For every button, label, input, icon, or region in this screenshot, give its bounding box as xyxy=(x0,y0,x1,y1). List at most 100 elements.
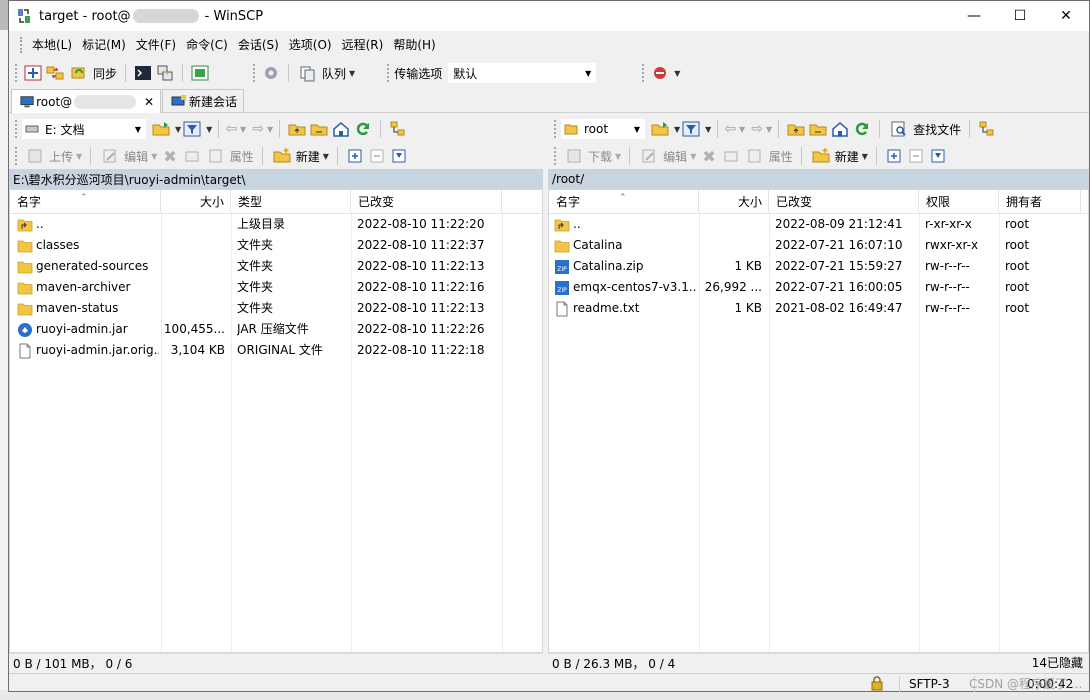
chevron-down-icon[interactable]: ▼ xyxy=(766,125,772,134)
remote-edit-button[interactable]: 编辑 ▼ xyxy=(636,145,698,167)
new-button[interactable]: 新建 ▼ xyxy=(269,145,331,167)
rename-icon[interactable] xyxy=(722,147,740,165)
reconnect-icon[interactable] xyxy=(651,64,669,82)
chevron-down-icon[interactable]: ▼ xyxy=(267,125,273,134)
find-files-button[interactable]: 查找文件 xyxy=(886,118,963,140)
table-row[interactable]: classes 文件夹 2022-08-10 11:22:37 xyxy=(10,235,542,256)
delete-icon[interactable]: ✖ xyxy=(163,147,176,166)
table-row[interactable]: Catalina 2022-07-21 16:07:10 rwxr-xr-x root xyxy=(549,235,1088,256)
menu-help[interactable]: 帮助(H) xyxy=(388,35,440,55)
remote-new-button[interactable]: 新建 ▼ xyxy=(808,145,870,167)
column-type[interactable]: 类型 xyxy=(231,190,351,214)
table-row[interactable]: .. 2022-08-09 21:12:41 r-xr-xr-x root xyxy=(549,214,1088,235)
terminal-icon[interactable] xyxy=(134,64,152,82)
preferences-gear-icon[interactable] xyxy=(262,64,280,82)
compare-directories-icon[interactable] xyxy=(24,64,42,82)
hidden-files-count[interactable]: 14已隐藏 xyxy=(1032,653,1083,673)
tab-new-session[interactable]: 新建会话 xyxy=(162,89,244,113)
forward-icon[interactable]: ⇨ xyxy=(252,121,264,137)
select-all-icon[interactable] xyxy=(346,147,364,165)
download-button[interactable]: 下载 ▼ xyxy=(561,145,623,167)
new-window-icon[interactable] xyxy=(191,64,209,82)
table-row[interactable]: ZIP emqx-centos7-v3.1.... 26,992 ... 2022-0… xyxy=(549,277,1088,298)
lock-icon[interactable] xyxy=(869,675,885,691)
menu-commands[interactable]: 命令(C) xyxy=(181,35,233,55)
menu-local[interactable]: 本地(L) xyxy=(27,35,77,55)
putty-icon[interactable] xyxy=(156,64,174,82)
open-folder-icon[interactable] xyxy=(152,120,170,138)
table-row[interactable]: .. 上级目录 2022-08-10 11:22:20 xyxy=(10,214,542,235)
menu-file[interactable]: 文件(F) xyxy=(131,35,181,55)
column-name[interactable]: 名字 ⌃ xyxy=(10,190,161,214)
close-window-button[interactable]: ✕ xyxy=(1043,1,1089,31)
queue-button[interactable]: 队列 ▼ xyxy=(295,62,357,84)
table-row[interactable]: generated-sources 文件夹 2022-08-10 11:22:13 xyxy=(10,256,542,277)
menu-session[interactable]: 会话(S) xyxy=(233,35,284,55)
cell-type: JAR 压缩文件 xyxy=(237,322,309,336)
delete-icon[interactable]: ✖ xyxy=(702,147,715,166)
minimize-button[interactable]: — xyxy=(951,1,997,31)
unselect-icon[interactable] xyxy=(907,147,925,165)
column-changed[interactable]: 已改变 xyxy=(769,190,919,214)
tree-icon[interactable] xyxy=(978,120,996,138)
chevron-down-icon[interactable]: ▼ xyxy=(206,125,212,134)
properties-button[interactable]: 属性 xyxy=(203,145,256,167)
close-tab-icon[interactable]: ✕ xyxy=(144,95,154,109)
parent-directory-icon[interactable] xyxy=(288,120,306,138)
back-icon[interactable]: ⇦ xyxy=(225,121,237,137)
menu-options[interactable]: 选项(O) xyxy=(284,35,337,55)
local-drive-select[interactable]: E: 文档 ▼ xyxy=(22,119,146,139)
edit-button[interactable]: 编辑 ▼ xyxy=(97,145,159,167)
column-changed[interactable]: 已改变 xyxy=(351,190,502,214)
table-row[interactable]: maven-archiver 文件夹 2022-08-10 11:22:16 xyxy=(10,277,542,298)
filter-select-icon[interactable] xyxy=(929,147,947,165)
rename-icon[interactable] xyxy=(183,147,201,165)
root-directory-icon[interactable] xyxy=(310,120,328,138)
column-size[interactable]: 大小 xyxy=(161,190,231,214)
refresh-icon[interactable] xyxy=(853,120,871,138)
back-icon[interactable]: ⇦ xyxy=(724,121,736,137)
home-icon[interactable] xyxy=(831,120,849,138)
transfer-preset-select[interactable]: 默认 ▼ xyxy=(448,63,597,83)
parent-directory-icon[interactable] xyxy=(787,120,805,138)
select-all-icon[interactable] xyxy=(885,147,903,165)
remote-path-bar[interactable]: /root/ xyxy=(548,169,1089,189)
filter-icon[interactable] xyxy=(183,120,201,138)
remote-file-list[interactable]: 名字 ⌃ 大小 已改变 权限 拥有者 .. 2022-08-09 21:12:41 r… xyxy=(548,189,1089,653)
filter-icon[interactable] xyxy=(682,120,700,138)
menu-mark[interactable]: 标记(M) xyxy=(77,35,131,55)
remote-directory-select[interactable]: root ▼ xyxy=(561,119,645,139)
chevron-down-icon[interactable]: ▼ xyxy=(175,125,181,134)
table-row[interactable]: ZIP Catalina.zip 1 KB 2022-07-21 15:59:27 rw… xyxy=(549,256,1088,277)
synchronize-button[interactable]: 同步 xyxy=(66,62,119,84)
root-directory-icon[interactable] xyxy=(809,120,827,138)
table-row[interactable]: readme.txt 1 KB 2021-08-02 16:49:47 rw-r--r… xyxy=(549,298,1088,319)
chevron-down-icon[interactable]: ▼ xyxy=(674,125,680,134)
chevron-down-icon[interactable]: ▼ xyxy=(739,125,745,134)
tree-icon[interactable] xyxy=(389,120,407,138)
local-path-bar[interactable]: E:\碧水积分巡河项目\ruoyi-admin\target\ xyxy=(9,169,543,189)
upload-button[interactable]: 上传 ▼ xyxy=(22,145,84,167)
refresh-icon[interactable] xyxy=(354,120,372,138)
filter-select-icon[interactable] xyxy=(390,147,408,165)
chevron-down-icon[interactable]: ▼ xyxy=(674,69,680,78)
unselect-icon[interactable] xyxy=(368,147,386,165)
open-folder-icon[interactable] xyxy=(651,120,669,138)
home-icon[interactable] xyxy=(332,120,350,138)
synchronize-browsing-icon[interactable] xyxy=(46,64,64,82)
chevron-down-icon[interactable]: ▼ xyxy=(240,125,246,134)
menu-remote[interactable]: 远程(R) xyxy=(337,35,389,55)
table-row[interactable]: maven-status 文件夹 2022-08-10 11:22:13 xyxy=(10,298,542,319)
column-name[interactable]: 名字 ⌃ xyxy=(549,190,699,214)
remote-properties-button[interactable]: 属性 xyxy=(742,145,795,167)
local-file-list[interactable]: 名字 ⌃ 大小 类型 已改变 .. 上级目录 2022-08-10 11:22:20 c… xyxy=(9,189,543,653)
table-row[interactable]: ruoyi-admin.jar.orig... 3,104 KB ORIGINAL … xyxy=(10,340,542,361)
tab-session-root[interactable]: root@ ✕ xyxy=(11,89,161,113)
chevron-down-icon[interactable]: ▼ xyxy=(705,125,711,134)
table-row[interactable]: ruoyi-admin.jar 100,455... JAR 压缩文件 2022-08… xyxy=(10,319,542,340)
column-owner[interactable]: 拥有者 xyxy=(999,190,1081,214)
column-rights[interactable]: 权限 xyxy=(919,190,999,214)
column-size[interactable]: 大小 xyxy=(699,190,769,214)
forward-icon[interactable]: ⇨ xyxy=(751,121,763,137)
maximize-button[interactable]: ☐ xyxy=(997,1,1043,31)
